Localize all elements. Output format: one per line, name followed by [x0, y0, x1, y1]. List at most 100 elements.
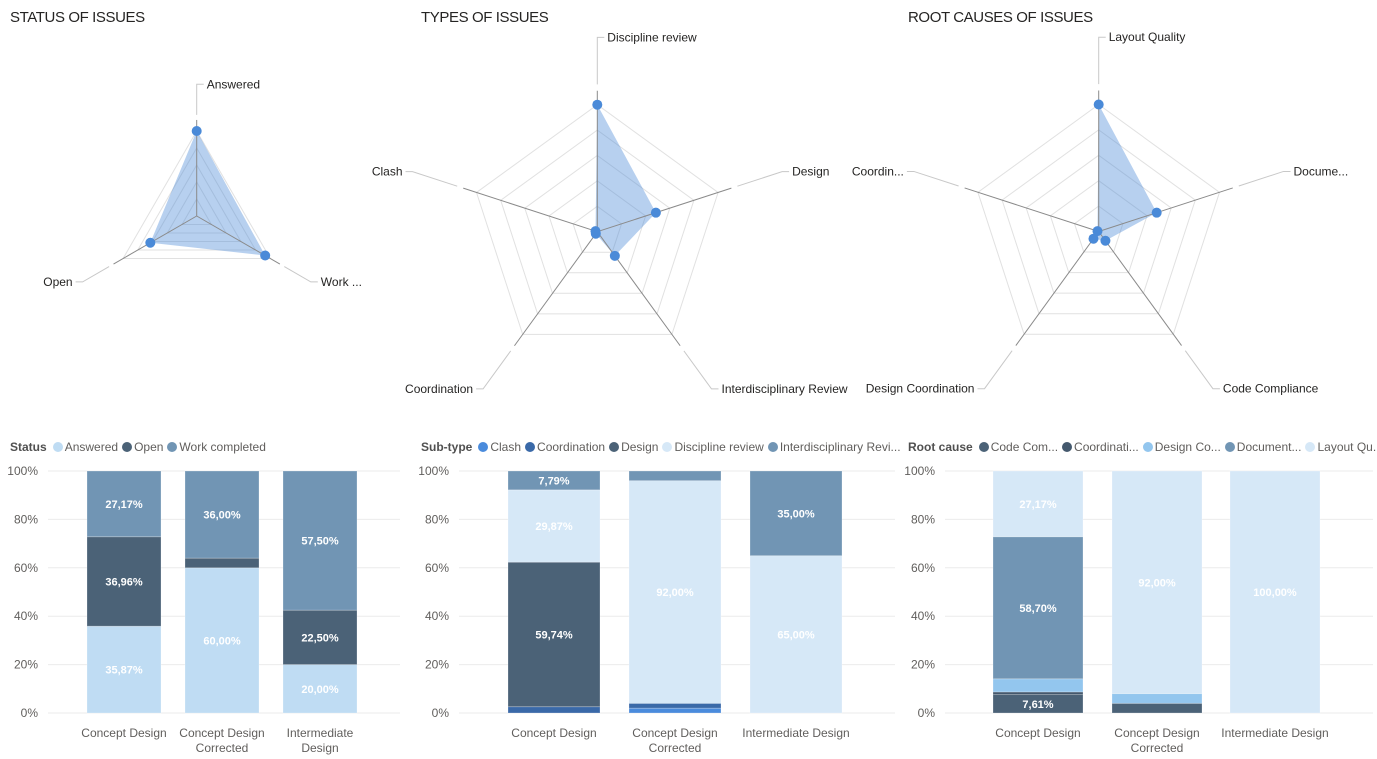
radar-label-leader — [1238, 170, 1291, 187]
radar-label-leader — [1184, 350, 1220, 390]
data-label: 27,17% — [1019, 499, 1057, 511]
radar-area — [595, 104, 656, 256]
radar-point[interactable] — [650, 207, 661, 218]
radar-point[interactable] — [191, 126, 202, 136]
x-category-label: Corrected — [649, 741, 702, 755]
radar-axis-label: Layout Quality — [1109, 30, 1186, 44]
radar-area — [1093, 104, 1157, 241]
legend-label: Coordination — [537, 440, 606, 454]
bar-segment[interactable] — [628, 470, 722, 482]
y-tick-label: 0% — [21, 706, 39, 720]
y-tick-label: 20% — [425, 658, 449, 672]
bar-segment[interactable] — [1111, 693, 1203, 704]
radar-axis-label: Clash — [372, 165, 403, 179]
legend-label: Coordinati... — [1074, 440, 1139, 454]
root-causes-radar: Layout Quality Docume... Code Compliance De… — [852, 30, 1348, 396]
legend-dot-icon — [525, 442, 536, 452]
legend-item[interactable]: Layout Qu... — [1305, 440, 1377, 454]
data-label: 58,70% — [1019, 603, 1057, 615]
radar-label-leader — [196, 83, 204, 115]
legend-label: Layout Qu... — [1317, 440, 1377, 454]
types-radar: Discipline review Design Interdisciplinary… — [372, 30, 848, 396]
data-label: 7,79% — [538, 475, 569, 487]
legend-dot-icon — [767, 442, 778, 452]
radar-label-leader — [977, 350, 1013, 390]
radar-point[interactable] — [592, 99, 603, 110]
status-bar: 0% 20% 40% 60% 80% 100% 35,87% 36,96% 27,17% Conc… — [7, 464, 400, 755]
legend-item[interactable]: Coordination — [525, 440, 605, 454]
radar-point[interactable] — [590, 226, 601, 237]
radar-point[interactable] — [260, 250, 271, 261]
legend-item[interactable]: Work completed — [167, 440, 266, 454]
data-label: 65,00% — [777, 629, 815, 641]
radar-label-leader — [284, 266, 318, 283]
radar-point[interactable] — [1092, 226, 1103, 237]
data-label: 35,87% — [105, 665, 143, 677]
subtype-bar-legend: Sub-type Clash Coordination Design Disciplin… — [421, 439, 905, 455]
radar-label-leader — [75, 266, 110, 283]
status-radar: Answered Work ... Open — [43, 77, 362, 289]
legend-dot-icon — [1305, 442, 1316, 452]
x-category-label: Design — [301, 741, 338, 755]
legend-dot-icon — [978, 442, 989, 452]
bar-segment[interactable] — [1111, 702, 1203, 714]
x-category-label: Concept Design — [632, 726, 717, 740]
data-label: 92,00% — [1138, 577, 1176, 589]
legend-item[interactable]: Code Com... — [978, 440, 1058, 454]
root-cause-bar-legend: Root cause Code Com... Coordinati... Design… — [908, 439, 1377, 455]
radar-axis-line — [514, 231, 598, 347]
legend-dot-icon — [122, 442, 133, 452]
legend-item[interactable]: Coordinati... — [1062, 440, 1139, 454]
legend-item[interactable]: Answered — [52, 440, 118, 454]
data-label: 92,00% — [656, 587, 694, 599]
data-label: 27,17% — [105, 499, 143, 511]
x-category-label: Intermediate Design — [1221, 726, 1328, 740]
legend-label: Design Co... — [1154, 440, 1221, 454]
y-tick-label: 20% — [911, 658, 935, 672]
bar-segment[interactable] — [992, 678, 1084, 693]
y-tick-label: 20% — [14, 658, 38, 672]
bar-segment[interactable] — [184, 557, 260, 569]
radar-label-leader — [906, 170, 959, 187]
y-tick-label: 100% — [418, 464, 449, 478]
legend-item[interactable]: Interdisciplinary Revi... — [767, 440, 901, 454]
legend-dot-icon — [1142, 442, 1153, 452]
legend-item[interactable]: Open — [122, 440, 163, 454]
legend-item[interactable]: Document... — [1224, 440, 1301, 454]
data-label: 36,96% — [105, 576, 143, 588]
radar-point[interactable] — [145, 237, 156, 248]
legend-dot-icon — [478, 442, 489, 452]
legend-item[interactable]: Discipline review — [662, 440, 764, 454]
radar-axis-line — [1098, 231, 1182, 346]
bar-segment[interactable] — [507, 706, 601, 714]
radar-axis-label: Design Coordination — [866, 382, 975, 396]
legend-item[interactable]: Design — [609, 440, 658, 454]
radar-point[interactable] — [1100, 235, 1111, 246]
radar-axis-label: Open — [43, 275, 72, 289]
data-label: 57,50% — [301, 536, 339, 548]
data-label: 29,87% — [535, 521, 573, 533]
radar-axis-label: Coordin... — [852, 164, 904, 178]
legend-title: Status — [10, 440, 47, 454]
legend-item[interactable]: Design Co... — [1142, 440, 1221, 454]
data-label: 7,61% — [1022, 699, 1053, 711]
bar-segment[interactable] — [628, 707, 722, 714]
legend-dot-icon — [167, 442, 178, 452]
radar-point[interactable] — [1151, 207, 1162, 218]
legend-label: Discipline review — [674, 440, 764, 454]
data-label: 59,74% — [535, 629, 573, 641]
y-tick-label: 80% — [425, 512, 449, 526]
y-tick-label: 60% — [425, 561, 449, 575]
bar-segment[interactable] — [628, 702, 722, 709]
radar-point[interactable] — [609, 250, 620, 261]
radar-point[interactable] — [1093, 99, 1104, 110]
legend-dot-icon — [662, 442, 673, 452]
y-tick-label: 60% — [14, 561, 38, 575]
legend-item[interactable]: Clash — [478, 440, 521, 454]
radar-label-leader — [476, 350, 512, 390]
dashboard-charts-canvas: Answered Work ... Open Discipline review Des… — [7, 30, 1373, 755]
x-category-label: Concept Design — [995, 726, 1080, 740]
data-label: 100,00% — [1253, 587, 1297, 599]
x-category-label: Corrected — [196, 741, 249, 755]
data-label: 36,00% — [203, 510, 241, 522]
